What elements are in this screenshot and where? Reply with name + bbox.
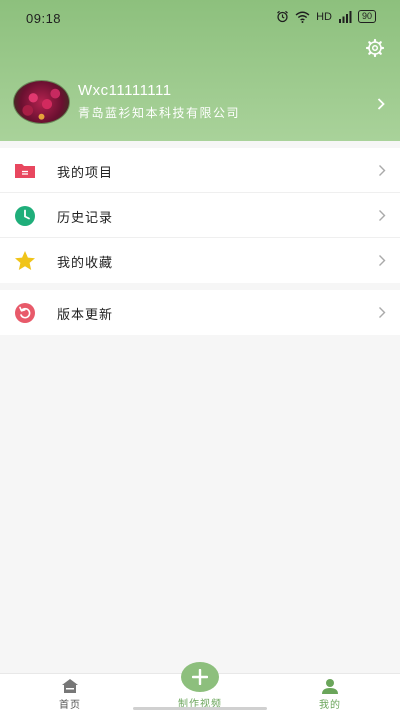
menu-group-settings: 版本更新 — [0, 290, 400, 335]
home-icon — [62, 679, 78, 693]
gear-icon[interactable] — [365, 38, 385, 58]
tab-mine[interactable]: 我的 — [280, 674, 380, 711]
status-bar: 09:18 HD 90 — [0, 0, 400, 36]
chevron-right-icon — [379, 210, 386, 221]
menu-item-history[interactable]: 历史记录 — [0, 193, 400, 238]
battery-icon: 90 — [357, 10, 376, 23]
status-icons: HD 90 — [276, 10, 376, 23]
profile-header: 09:18 HD 90 Wxc11111111 青岛蓝衫知本科技有限公司 — [0, 0, 400, 141]
user-name: Wxc11111111 — [78, 82, 172, 99]
folder-icon — [15, 164, 35, 178]
tab-label: 首页 — [59, 700, 81, 711]
profile-card[interactable]: Wxc11111111 青岛蓝衫知本科技有限公司 — [0, 78, 400, 128]
menu-item-favorites[interactable]: 我的收藏 — [0, 238, 400, 283]
menu-label: 版本更新 — [57, 308, 114, 323]
company-name: 青岛蓝衫知本科技有限公司 — [78, 106, 241, 120]
network-type: HD — [316, 10, 332, 23]
chevron-right-icon — [379, 165, 386, 176]
alarm-icon — [277, 10, 288, 23]
menu-label: 历史记录 — [57, 211, 114, 226]
star-icon — [15, 251, 35, 270]
chevron-right-icon[interactable] — [376, 97, 386, 111]
menu-item-my-projects[interactable]: 我的项目 — [0, 148, 400, 193]
menu-label: 我的收藏 — [57, 256, 114, 271]
refresh-icon — [15, 303, 35, 323]
home-indicator[interactable] — [133, 707, 267, 710]
chevron-right-icon — [379, 307, 386, 318]
wifi-icon — [295, 11, 310, 23]
menu-item-version-update[interactable]: 版本更新 — [0, 290, 400, 335]
status-time: 09:18 — [26, 11, 62, 26]
create-video-button[interactable] — [181, 662, 219, 692]
clock-icon — [15, 206, 35, 226]
tab-label: 我的 — [319, 700, 341, 711]
chevron-right-icon — [379, 255, 386, 266]
plus-icon — [192, 669, 208, 685]
signal-icon — [338, 10, 352, 23]
avatar[interactable] — [13, 80, 70, 124]
tab-home[interactable]: 首页 — [20, 674, 120, 711]
menu-group-main: 我的项目 历史记录 我的收藏 — [0, 148, 400, 283]
menu-label: 我的项目 — [57, 166, 114, 181]
user-icon — [322, 679, 338, 694]
